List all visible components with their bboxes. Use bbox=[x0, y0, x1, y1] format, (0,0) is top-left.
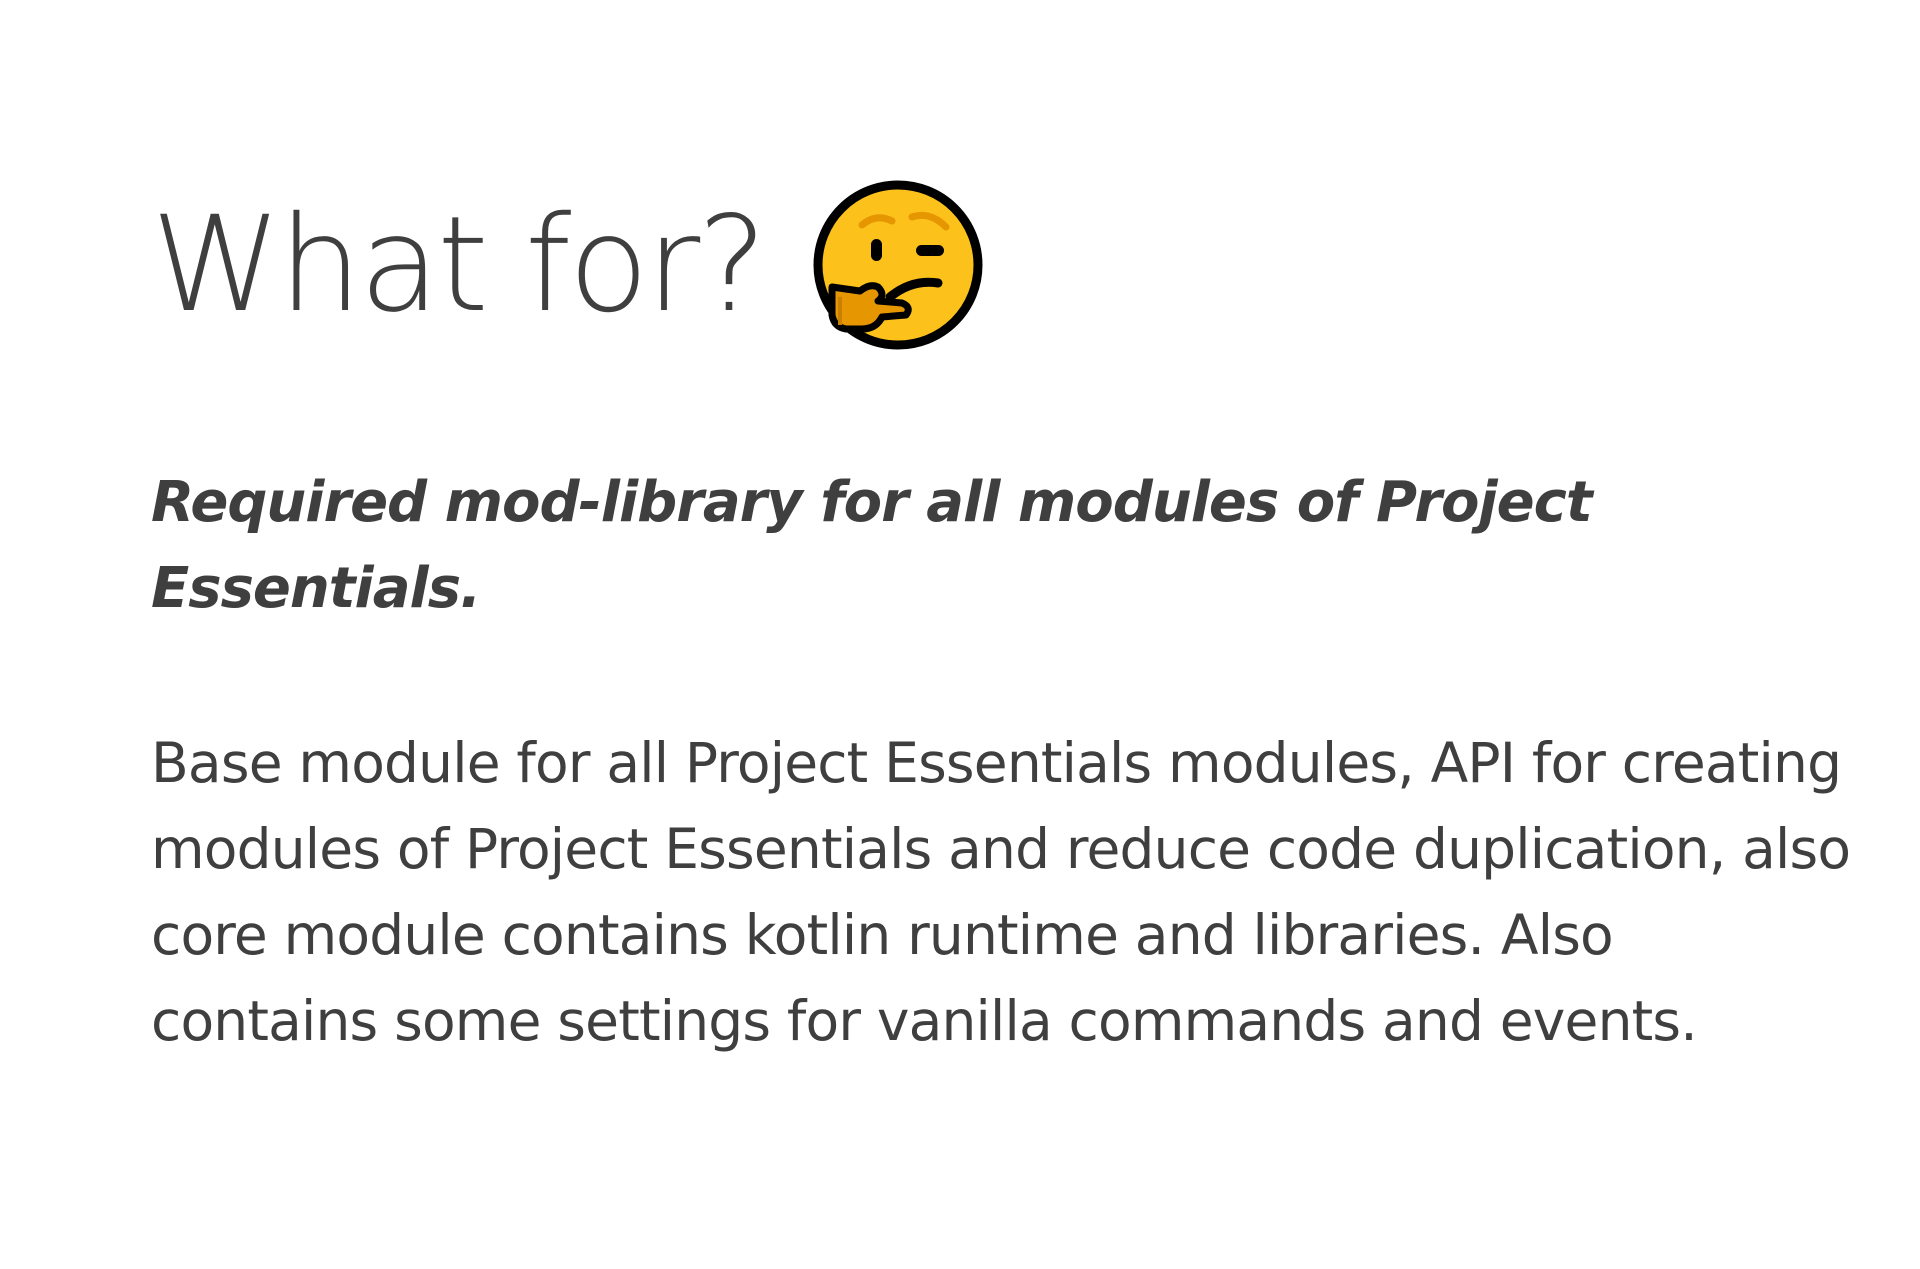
content: What for? Required mod-library for all m… bbox=[151, 180, 1851, 1053]
tagline: Required mod-library for all modules of … bbox=[151, 470, 1593, 621]
thinking-face-icon bbox=[813, 180, 983, 350]
description-paragraph: Base module for all Project Essentials m… bbox=[151, 731, 1851, 1053]
heading-row: What for? bbox=[151, 180, 1851, 350]
page-title: What for? bbox=[151, 188, 767, 342]
